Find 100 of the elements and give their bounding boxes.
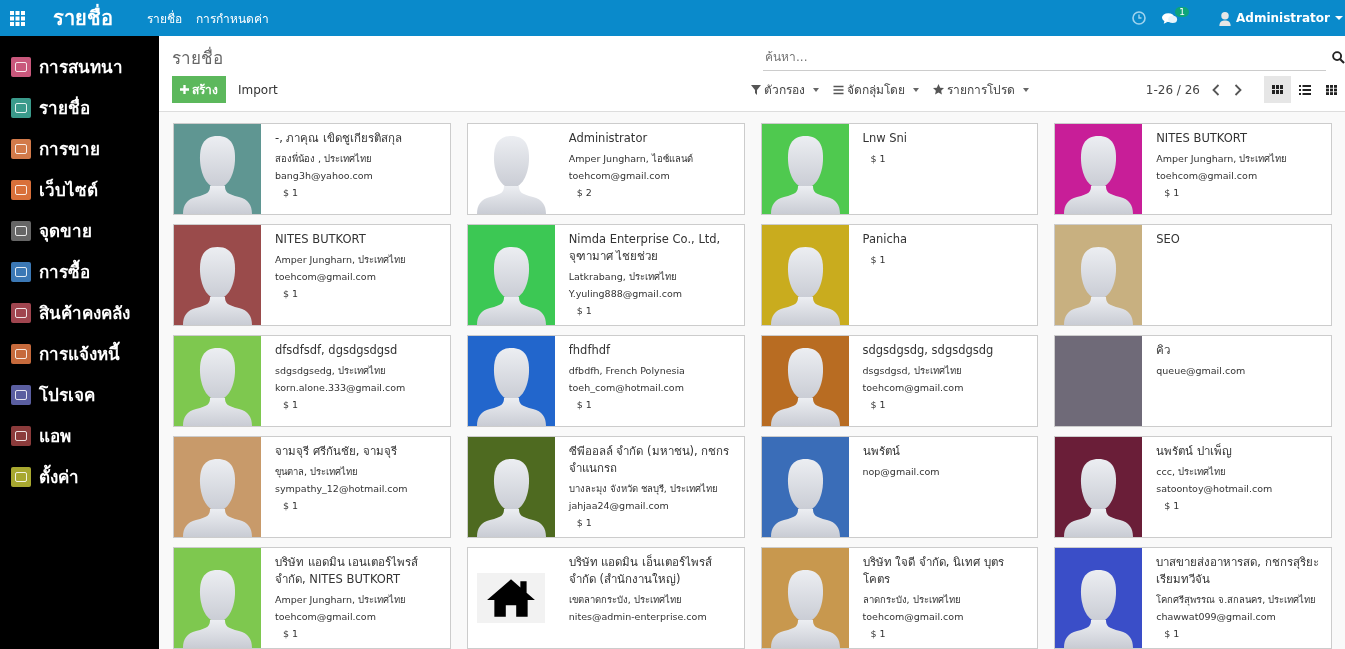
opportunity-count: $ 1 [1163,186,1181,200]
contact-name: บริษัท แอดมิน เอนเตอร์ไพรส์ จำกัด, NITES BUTKORT [275,554,420,588]
contact-address: บางละมุง จังหวัด ชลบุรี, ประเทศไทย [568,482,719,497]
kanban-icon [1272,85,1283,94]
contact-email: toeh_com@hotmail.com [568,381,685,395]
contact-card[interactable]: Lnw Sni $ 1 [760,123,1039,215]
plus-icon [180,85,189,94]
kanban-view-button[interactable] [1264,76,1291,103]
sidebar-item[interactable]: รายชื่อ [0,87,159,128]
dropdown-button[interactable]: จัดกลุ่มโดย [825,80,926,99]
apps-menu-icon[interactable] [10,10,25,26]
contact-card[interactable]: NITES BUTKORT Amper Jungharn, ประเทศไทย toehcom@gmail.com $ 1 [173,224,451,326]
chat-icon[interactable] [1162,11,1179,25]
contact-address: Amper Jungharn, ประเทศไทย [275,593,408,607]
user-icon [1219,10,1232,26]
breadcrumb: รายชื่อ [172,45,223,70]
search-field[interactable]: ค้นหา... [763,43,1326,71]
opportunity-count: $ 1 [282,627,300,641]
contact-card[interactable]: ซีพีออลล์ จำกัด (มหาชน), กชกร จำแนกรถ บางละมุง จังหวัด ชลบุรี, ประเทศไทย jahjaa24@gmail.com $ 1 [466,436,745,538]
contact-address: สองพี่น้อง , ประเทศไทย [275,151,374,166]
sidebar-item[interactable]: การสนทนา [0,46,159,87]
opportunity-count: $ 1 [869,627,887,641]
contact-card[interactable]: บริษัท แอดมิน เอ็นเตอร์ไพรส์ จำกัด (สำนักงานใหญ่) เขตลาดกระบัง, ประเทศไทย nites@admin-enterprise.com [466,547,745,649]
sidebar-item[interactable]: สินค้าคงคลัง [0,292,159,333]
dropdown-button[interactable]: รายการโปรด [925,80,1036,99]
contact-card[interactable]: Nimda Enterprise Co., Ltd, จุฑามาศ ไชยช่วย Latkrabang, ประเทศไทย Y.yuling888@gmail.com $ 1 [466,224,745,326]
contact-name: บาสขายส่งอาหารสด, กชกรสุริยะ เรียมทวีจัน [1156,554,1320,588]
opportunity-count: $ 1 [575,516,593,530]
contact-card[interactable]: sdgsdgsdg, sdgsdgsdg dsgsdgsd, ประเทศไทย toehcom@gmail.com $ 1 [760,335,1039,427]
contact-name: SEO [1156,231,1180,248]
contact-name: คิว [1156,342,1172,359]
contact-name: -, ภาคุณ เขิดชูเกียรติสกุล [275,130,403,147]
contact-name: Nimda Enterprise Co., Ltd, จุฑามาศ ไชยช่วย [568,231,722,265]
search-icon[interactable] [1332,50,1345,64]
contact-name: บริษัท แอดมิน เอ็นเตอร์ไพรส์ จำกัด (สำนักงานใหญ่) [568,554,714,588]
next-page-icon[interactable] [1234,83,1242,96]
contact-address: เขตลาดกระบัง, ประเทศไทย [568,593,683,607]
user-menu[interactable]: Administrator [1219,10,1343,26]
contact-address: ลาดกระบัง, ประเทศไทย [862,593,962,607]
previous-page-icon[interactable] [1212,83,1220,96]
sidebar-item[interactable]: การแจ้งหนี้ [0,333,159,374]
contact-card[interactable]: Administrator Amper Jungharn, ไอซ์แลนด์ toehcom@gmail.com $ 2 [466,123,745,215]
contact-name: บริษัท ใจดี จำกัด, นิเทศ บุตรโคตร [862,554,1005,588]
sidebar-item[interactable]: ตั้งค่า [0,456,159,497]
contact-card[interactable]: บริษัท แอดมิน เอนเตอร์ไพรส์ จำกัด, NITES BUTKORT Amper Jungharn, ประเทศไทย toehcom@gmail.com $ 1 [173,547,451,649]
contact-name: sdgsdgsdg, sdgsdgsdg [862,342,994,359]
opportunity-count: $ 1 [575,398,593,412]
contact-card[interactable]: บริษัท ใจดี จำกัด, นิเทศ บุตรโคตร ลาดกระบัง, ประเทศไทย toehcom@gmail.com $ 1 [760,547,1039,649]
opportunity-count: $ 1 [282,398,300,412]
menu-item[interactable]: การกำหนดค่า [196,8,269,28]
contact-name: นพรัตน์ [862,443,901,460]
opportunity-count: $ 1 [1163,499,1181,513]
contact-card[interactable]: -, ภาคุณ เขิดชูเกียรติสกุล สองพี่น้อง , ประเทศไทย bang3h@yahoo.com $ 1 [173,123,451,215]
contact-email: toehcom@gmail.com [862,610,965,624]
contact-card[interactable]: Panicha $ 1 [760,224,1039,326]
opportunity-count: $ 1 [869,398,887,412]
opportunity-count: $ 1 [1163,627,1181,641]
contact-card[interactable]: SEO [1054,224,1332,326]
sidebar-item[interactable]: การขาย [0,128,159,169]
sidebar-item[interactable]: โปรเจค [0,374,159,415]
menu-item[interactable]: รายชื่อ [147,8,182,28]
contact-address: Amper Jungharn, ไอซ์แลนด์ [568,152,693,166]
contact-name: ซีพีออลล์ จำกัด (มหาชน), กชกร จำแนกรถ [568,443,731,477]
sidebar-item[interactable]: การซื้อ [0,251,159,292]
list-icon [1298,84,1311,95]
contact-name: Administrator [568,130,649,147]
house-icon [477,573,546,623]
contact-email: bang3h@yahoo.com [275,169,374,183]
contact-address: Latkrabang, ประเทศไทย [568,270,678,284]
contact-address: dsgsdgsd, ประเทศไทย [862,364,963,378]
contact-address: Amper Jungharn, ประเทศไทย [1156,152,1288,166]
contact-name: NITES BUTKORT [275,231,367,248]
contact-card[interactable]: dfsdfsdf, dgsdgsdgsd sdgsdgsedg, ประเทศไทย korn.alone.333@gmail.com $ 1 [173,335,451,427]
contact-name: fhdfhdf [568,342,612,359]
contact-card[interactable]: บาสขายส่งอาหารสด, กชกรสุริยะ เรียมทวีจัน โคกศรีสุพรรณ จ.สกลนคร, ประเทศไทย chawwat099@gmail.com $ 1 [1054,547,1332,649]
sidebar-item[interactable]: จุดขาย [0,210,159,251]
opportunity-count: $ 1 [282,186,300,200]
contact-email: toehcom@gmail.com [862,381,965,395]
contact-card[interactable]: NITES BUTKORT Amper Jungharn, ประเทศไทย toehcom@gmail.com $ 1 [1054,123,1332,215]
opportunity-count: $ 1 [282,287,300,301]
contact-email: toehcom@gmail.com [1156,169,1259,183]
contact-card[interactable]: จามจุรี ศรีกันชัย, จามจุรี ขุนตาล, ประเทศไทย sympathy_12@hotmail.com $ 1 [173,436,451,538]
contact-address: ขุนตาล, ประเทศไทย [275,465,360,480]
contact-address: dfbdfh, French Polynesia [568,364,685,378]
dropdown-button[interactable]: ตัวกรอง [743,80,826,99]
import-button[interactable]: Import [232,81,284,98]
contact-email: Y.yuling888@gmail.com [568,287,683,301]
sidebar-item[interactable]: แอพ [0,415,159,456]
sidebar-item[interactable]: เว็บไซต์ [0,169,159,210]
contact-card[interactable]: นพรัตน์ ปาเพ็ญ ccc, ประเทศไทย satoontoy@hotmail.com $ 1 [1054,436,1332,538]
contact-name: จามจุรี ศรีกันชัย, จามจุรี [275,443,398,460]
lines-icon [832,84,844,95]
pager-value: 1-26 / 26 [1145,82,1200,97]
contact-email: nites@admin-enterprise.com [568,610,708,624]
contact-card[interactable]: คิว queue@gmail.com [1054,335,1332,427]
contact-card[interactable]: fhdfhdf dfbdfh, French Polynesia toeh_com@hotmail.com $ 1 [466,335,745,427]
contact-card[interactable]: นพรัตน์ nop@gmail.com [760,436,1039,538]
opportunity-count: $ 1 [869,152,887,166]
contact-email: jahjaa24@gmail.com [568,499,670,513]
contact-email: nop@gmail.com [862,465,940,479]
